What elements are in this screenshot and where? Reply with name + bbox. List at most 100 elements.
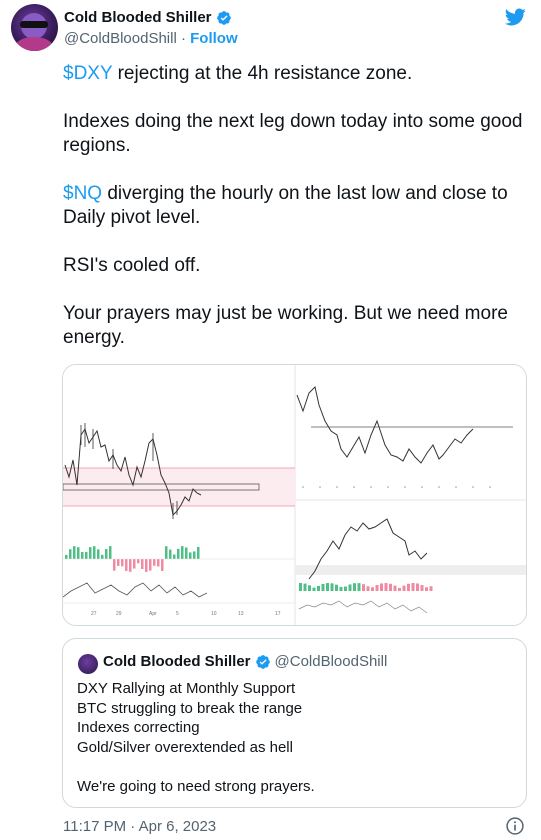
author-name-row: Cold Blooded Shiller <box>64 9 232 26</box>
indicator-bar <box>429 586 433 591</box>
x-tick-label: 13 <box>238 611 244 617</box>
axis-dot <box>421 486 423 488</box>
quoted-tweet-line: Gold/Silver overextended as hell <box>77 738 293 756</box>
indicator-bar <box>389 583 392 591</box>
indicator-bar <box>312 587 316 591</box>
indicator-bar <box>117 559 120 566</box>
verified-badge-icon <box>255 654 270 669</box>
indicator-bar <box>141 559 144 570</box>
axis-dot <box>438 486 440 488</box>
indicator-bar <box>181 546 184 559</box>
quoted-tweet-line: Indexes correcting <box>77 719 200 736</box>
indicator-bar <box>89 547 92 559</box>
handle-separator: · <box>176 30 191 47</box>
x-tick-label: Apr <box>149 611 157 617</box>
indicator-bar <box>375 584 379 591</box>
indicator-bar <box>65 555 68 559</box>
indicator-bar <box>133 559 136 569</box>
x-tick-label: 17 <box>275 611 281 617</box>
quoted-tweet-line: BTC struggling to break the range <box>77 699 303 717</box>
quoted-tweet-line: DXY Rallying at Monthly Support <box>77 680 296 697</box>
axis-dot <box>302 486 304 488</box>
axis-dot <box>455 486 457 488</box>
axis-dot <box>404 486 406 488</box>
indicator-bar <box>153 559 156 566</box>
indicator-bar <box>73 546 76 559</box>
indicator-bar <box>326 583 329 591</box>
indicator-bar <box>69 549 72 559</box>
indicator-bar <box>317 585 320 591</box>
indicator-bar <box>193 551 196 559</box>
info-icon[interactable] <box>505 816 525 836</box>
x-tick-label: 5 <box>176 611 179 617</box>
indicator-bar <box>380 583 383 591</box>
indicator-bar <box>145 559 148 572</box>
tweet-text-span: rejecting at the 4h resistance zone. <box>112 63 413 84</box>
follow-button[interactable]: Follow <box>190 30 238 47</box>
indicator-bar <box>366 586 370 591</box>
tweet-paragraph: Your prayers may just be working. But we… <box>63 303 508 348</box>
cashtag-nq[interactable]: $NQ <box>63 183 102 204</box>
indicator-bar <box>125 559 128 571</box>
indicator-bar <box>353 583 356 591</box>
axis-dot <box>319 486 321 488</box>
tweet-paragraph: Indexes doing the next leg down today in… <box>63 111 523 156</box>
indicator-bar <box>303 583 307 591</box>
indicator-bar <box>339 586 343 591</box>
indicator-bar <box>189 552 192 559</box>
author-handle-row: @ColdBloodShill · Follow <box>64 30 238 47</box>
indicator-bar <box>344 586 347 591</box>
tweet-paragraph: $DXY rejecting at the 4h resistance zone… <box>63 62 533 86</box>
indicator-bar <box>97 549 100 559</box>
indicator-bar <box>165 546 168 559</box>
axis-dot <box>336 486 338 488</box>
axis-dot <box>489 486 491 488</box>
chart-image-svg: 27 29 Apr 5 10 13 17 <box>63 365 526 625</box>
author-avatar[interactable] <box>11 4 58 51</box>
indicator-bar <box>348 584 352 591</box>
indicator-bar <box>393 585 397 591</box>
x-tick-label: 27 <box>91 611 97 617</box>
quoted-handle: @ColdBloodShill <box>274 653 388 670</box>
indicator-bar <box>308 585 311 591</box>
indicator-bar <box>299 583 302 591</box>
indicator-bar <box>121 559 124 567</box>
quoted-name-row: Cold Blooded Shiller @ColdBloodShill <box>103 653 387 670</box>
indicator-bar <box>113 559 116 571</box>
indicator-bar <box>173 554 176 559</box>
axis-dot <box>370 486 372 488</box>
indicator-bar <box>93 546 96 559</box>
indicator-bar <box>177 548 180 559</box>
axis-dot <box>353 486 355 488</box>
indicator-bar <box>357 583 361 591</box>
indicator-bar <box>197 546 200 559</box>
quoted-tweet-line: We're going to need strong prayers. <box>77 777 315 795</box>
tweet-timestamp[interactable]: 11:17 PM · Apr 6, 2023 <box>63 818 216 835</box>
indicator-bar <box>105 549 108 559</box>
cashtag-dxy[interactable]: $DXY <box>63 63 112 84</box>
indicator-bar <box>81 551 84 559</box>
quoted-author-avatar <box>78 654 98 674</box>
indicator-bar <box>157 559 160 567</box>
tweet-paragraph: RSI's cooled off. <box>63 255 201 276</box>
x-tick-label: 29 <box>116 611 122 617</box>
indicator-bar <box>402 585 406 591</box>
indicator-bar <box>335 584 338 591</box>
x-tick-label: 10 <box>211 611 217 617</box>
axis-dot <box>387 486 389 488</box>
tweet-text: $DXY rejecting at the 4h resistance zone… <box>63 62 533 374</box>
author-handle[interactable]: @ColdBloodShill <box>64 30 177 47</box>
indicator-bar <box>416 583 419 591</box>
author-display-name[interactable]: Cold Blooded Shiller <box>64 9 212 26</box>
indicator-bar <box>137 559 140 564</box>
indicator-bar <box>407 583 410 591</box>
indicator-bar <box>384 583 388 591</box>
indicator-bar <box>321 583 325 591</box>
quoted-tweet[interactable]: Cold Blooded Shiller @ColdBloodShill DXY… <box>62 638 527 808</box>
indicator-bar <box>129 559 132 572</box>
quoted-display-name: Cold Blooded Shiller <box>103 653 251 670</box>
twitter-bird-icon[interactable] <box>503 6 527 28</box>
tweet-media-chart-image[interactable]: 27 29 Apr 5 10 13 17 <box>62 364 527 626</box>
verified-badge-icon <box>216 10 231 25</box>
indicator-bar <box>330 583 334 591</box>
